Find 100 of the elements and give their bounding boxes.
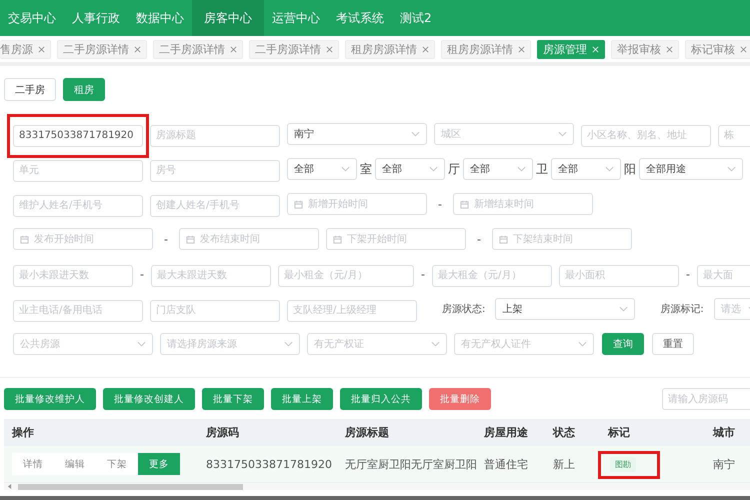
form-button[interactable]: 查询 (602, 333, 644, 355)
select-field[interactable]: 上架 (495, 298, 636, 320)
row-action-button[interactable]: 编辑 (54, 453, 96, 475)
table-cell-text: 新上 (552, 456, 576, 472)
column-header: 状态 (552, 425, 576, 440)
page-tab[interactable]: 举报审核 (611, 40, 679, 58)
select-field[interactable]: 有无产权人证件 (454, 333, 594, 355)
page-tab[interactable]: 二手房源详情 (153, 40, 243, 58)
row-action-button[interactable]: 更多 (138, 453, 180, 475)
close-icon[interactable] (38, 46, 45, 52)
close-icon[interactable] (740, 46, 747, 52)
page-tab[interactable]: 房源管理 (537, 40, 605, 58)
input-field[interactable]: 房源标题 (150, 124, 280, 146)
close-icon[interactable] (230, 46, 237, 52)
select-field[interactable]: 请选择房源来源 (160, 333, 300, 355)
calendar-icon (186, 234, 195, 244)
select-field[interactable]: 全部 (287, 158, 357, 180)
type-tab[interactable]: 二手房 (4, 78, 56, 101)
page-tab[interactable]: 租房房源详情 (441, 40, 531, 58)
date-field[interactable]: 发布开始时间 (13, 228, 153, 250)
select-field[interactable]: 全部 (375, 158, 445, 180)
date-field[interactable]: 下架开始时间 (326, 228, 466, 250)
input-field[interactable]: 单元 (13, 160, 143, 182)
close-icon[interactable] (666, 46, 673, 52)
close-icon[interactable] (326, 46, 333, 52)
nav-item[interactable]: 交易中心 (0, 0, 64, 36)
row-action-button[interactable]: 详情 (12, 453, 54, 475)
batch-button[interactable]: 批量下架 (202, 388, 264, 410)
input-field[interactable]: 最大未跟进天数 (150, 264, 271, 286)
input-field[interactable]: 创建人姓名/手机号 (150, 194, 280, 216)
form-button[interactable]: 重置 (652, 333, 694, 355)
range-separator: - (437, 198, 443, 210)
date-field[interactable]: 发布结束时间 (179, 228, 319, 250)
input-field[interactable]: 最大面 (696, 264, 750, 286)
select-field[interactable]: 有无产权证 (307, 333, 447, 355)
input-field[interactable]: 房号 (150, 160, 280, 182)
calendar-icon (294, 200, 303, 208)
column-header: 城市 (712, 425, 736, 440)
search-field[interactable]: 请输入房源码 (662, 388, 750, 410)
table-row[interactable]: 详情 编辑 下架 更多 833175033871781920 无厅室厨卫阳无厅室厨卫阳 普通住宅 新上 图勘 南宁 (4, 446, 750, 483)
batch-button[interactable]: 批量修改维护人 (4, 388, 96, 410)
input-field[interactable]: 栋 (718, 124, 750, 146)
range-separator: - (420, 268, 425, 280)
table-cell-text: 南宁 (712, 456, 736, 472)
input-field[interactable]: 小区名称、别名、地址 (581, 124, 711, 146)
nav-item[interactable]: 考试系统 (328, 0, 392, 36)
field-label: 房源状态: (442, 302, 486, 316)
select-field[interactable]: 全部 (551, 158, 621, 180)
page-tab[interactable]: 标记审核 (685, 40, 750, 58)
unit-label: 厅 (448, 160, 460, 178)
range-separator: - (140, 268, 144, 280)
input-field[interactable]: 最小面积 (558, 264, 679, 286)
nav-item[interactable]: 运营中心 (264, 0, 328, 36)
page-tab[interactable]: 二手房源详情 (249, 40, 339, 58)
batch-button[interactable]: 批量归入公共 (340, 388, 422, 410)
column-header: 操作 (10, 425, 35, 440)
date-field[interactable]: 新增开始时间 (287, 193, 427, 215)
input-field[interactable]: 最小租金（元/月） (278, 264, 414, 286)
input-field[interactable]: 业主电话/备用电话 (13, 300, 143, 322)
batch-button[interactable]: 批量上架 (271, 388, 333, 410)
type-tab[interactable]: 租房 (63, 78, 105, 101)
input-field[interactable]: 最大租金（元/月） (432, 264, 552, 286)
select-field[interactable]: 请选 (714, 298, 750, 320)
page-tab[interactable]: 售房源 (0, 40, 51, 58)
tag: 图勘 (610, 456, 636, 472)
input-field[interactable]: 维护人姓名/手机号 (13, 194, 143, 216)
nav-item[interactable]: 数据中心 (128, 0, 192, 36)
page-tab[interactable]: 租房房源详情 (345, 40, 435, 58)
table-cell-text: 普通住宅 (483, 456, 529, 472)
column-header: 房源标题 (344, 425, 390, 440)
nav-item[interactable]: 人事行政 (64, 0, 128, 36)
calendar-icon (499, 234, 508, 244)
select-field[interactable]: 公共房源 (13, 333, 153, 355)
select-field[interactable]: 全部用途 (639, 158, 743, 180)
unit-label: 室 (360, 160, 372, 178)
select-field[interactable]: 城区 (434, 123, 574, 145)
nav-item[interactable]: 房客中心 (192, 0, 264, 36)
horizontal-scrollbar[interactable] (4, 483, 750, 490)
calendar-icon (460, 200, 469, 208)
batch-button[interactable]: 批量修改创建人 (103, 388, 195, 410)
select-field[interactable]: 全部 (463, 158, 533, 180)
input-field[interactable]: 门店支队 (150, 300, 280, 322)
select-field[interactable]: 南宁 (287, 123, 427, 145)
row-action-button[interactable]: 下架 (96, 453, 138, 475)
input-field[interactable]: 最小未跟进天数 (13, 264, 133, 286)
column-header: 标记 (606, 425, 631, 440)
date-field[interactable]: 下架结束时间 (492, 228, 632, 250)
column-header: 房屋用途 (483, 425, 529, 440)
batch-button[interactable]: 批量删除 (429, 388, 491, 410)
date-field[interactable]: 新增结束时间 (453, 193, 593, 215)
close-icon[interactable] (134, 46, 141, 52)
unit-label: 卫 (536, 160, 548, 178)
input-field[interactable]: 支队经理/上级经理 (287, 300, 417, 322)
page-tab[interactable]: 二手房源详情 (57, 40, 147, 58)
close-icon[interactable] (422, 46, 429, 52)
column-header: 房源码 (205, 425, 240, 440)
table-cell-text: 无厅室厨卫阳无厅室厨卫阳 (344, 456, 476, 472)
close-icon[interactable] (518, 46, 525, 52)
nav-item[interactable]: 测试2 (392, 0, 440, 36)
input-field[interactable]: 833175033871781920 (13, 124, 143, 146)
